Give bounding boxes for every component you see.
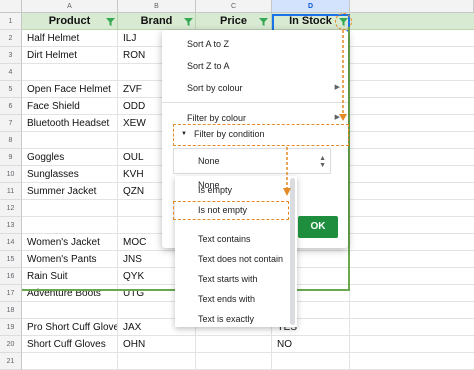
row-number[interactable]: 21 bbox=[0, 353, 22, 370]
cell-product[interactable]: Women's Pants bbox=[22, 251, 118, 268]
condition-select-value: None bbox=[198, 156, 220, 166]
menu-filter-by-colour-label: Filter by colour bbox=[187, 113, 247, 123]
table-border-right bbox=[348, 27, 350, 289]
menu-filter-by-condition[interactable]: ▼ Filter by condition bbox=[173, 124, 349, 146]
cell-product[interactable]: Adventure Boots bbox=[22, 285, 118, 302]
cell-product[interactable]: Face Shield bbox=[22, 98, 118, 115]
cell-product[interactable] bbox=[22, 64, 118, 81]
cell-brand[interactable] bbox=[118, 353, 196, 370]
cell-product[interactable]: Rain Suit bbox=[22, 268, 118, 285]
menu-sort-za[interactable]: Sort Z to A bbox=[162, 56, 348, 76]
table-row bbox=[22, 353, 474, 370]
list-scrollbar[interactable] bbox=[290, 178, 295, 325]
cell-product[interactable] bbox=[22, 217, 118, 234]
row-number[interactable]: 4 bbox=[0, 64, 22, 81]
expand-triangle-icon: ▼ bbox=[181, 131, 187, 137]
option-text-starts-with[interactable]: Text starts with bbox=[175, 269, 289, 289]
column-header-c[interactable]: C bbox=[196, 0, 272, 13]
condition-select[interactable]: None ▲ ▼ bbox=[173, 148, 331, 174]
row-number[interactable]: 2 bbox=[0, 30, 22, 47]
column-header-a[interactable]: A bbox=[22, 0, 118, 13]
row-number[interactable]: 14 bbox=[0, 234, 22, 251]
menu-divider bbox=[162, 102, 348, 103]
cell-product[interactable]: Women's Jacket bbox=[22, 234, 118, 251]
header-product[interactable]: Product bbox=[22, 13, 118, 30]
filter-icon-brand[interactable] bbox=[183, 16, 194, 27]
filter-icon-price[interactable] bbox=[258, 16, 269, 27]
row-number[interactable]: 15 bbox=[0, 251, 22, 268]
row-number[interactable]: 16 bbox=[0, 268, 22, 285]
row-number[interactable]: 8 bbox=[0, 132, 22, 149]
option-text-is-exactly[interactable]: Text is exactly bbox=[175, 309, 289, 327]
option-text-does-not-contain[interactable]: Text does not contain bbox=[175, 249, 289, 269]
row-number[interactable]: 5 bbox=[0, 81, 22, 98]
cell-brand[interactable]: OHN bbox=[118, 336, 196, 353]
cell-product[interactable]: Bluetooth Headset bbox=[22, 115, 118, 132]
menu-sort-az[interactable]: Sort A to Z bbox=[162, 34, 348, 54]
cell-product[interactable]: Goggles bbox=[22, 149, 118, 166]
condition-options-list: None Is empty Text contains Text does no… bbox=[175, 176, 297, 327]
select-all-corner[interactable] bbox=[0, 0, 22, 13]
filter-by-condition-label: Filter by condition bbox=[194, 129, 265, 139]
cell-product[interactable]: Half Helmet bbox=[22, 30, 118, 47]
filter-icon-product[interactable] bbox=[105, 16, 116, 27]
cell-instock[interactable] bbox=[272, 353, 350, 370]
cell-price[interactable] bbox=[196, 336, 272, 353]
option-is-not-empty[interactable]: Is not empty bbox=[173, 201, 289, 220]
table-row: Short Cuff Gloves OHN NO bbox=[22, 336, 474, 353]
ok-button[interactable]: OK bbox=[298, 216, 338, 238]
cell-product[interactable] bbox=[22, 353, 118, 370]
cell-price[interactable] bbox=[196, 353, 272, 370]
cell-product[interactable] bbox=[22, 302, 118, 319]
row-number[interactable]: 12 bbox=[0, 200, 22, 217]
row-number[interactable]: 11 bbox=[0, 183, 22, 200]
row-number[interactable]: 17 bbox=[0, 285, 22, 302]
cell-product[interactable]: Sunglasses bbox=[22, 166, 118, 183]
row-number[interactable]: 18 bbox=[0, 302, 22, 319]
header-row: Product Brand Price In Stock bbox=[22, 13, 474, 30]
column-header-b[interactable]: B bbox=[118, 0, 196, 13]
row-number[interactable]: 7 bbox=[0, 115, 22, 132]
menu-sort-by-colour[interactable]: Sort by colour ▶ bbox=[162, 78, 348, 98]
submenu-arrow-icon: ▶ bbox=[334, 84, 340, 91]
up-down-arrows-icon: ▲ ▼ bbox=[319, 155, 326, 169]
cell-product[interactable]: Summer Jacket bbox=[22, 183, 118, 200]
cell-product[interactable] bbox=[22, 132, 118, 149]
cell-product[interactable]: Pro Short Cuff Gloves bbox=[22, 319, 118, 336]
column-header-d[interactable]: D bbox=[272, 0, 350, 13]
row-number[interactable]: 10 bbox=[0, 166, 22, 183]
cell-product[interactable]: Short Cuff Gloves bbox=[22, 336, 118, 353]
row-number[interactable]: 13 bbox=[0, 217, 22, 234]
row-number[interactable]: 20 bbox=[0, 336, 22, 353]
column-header-e[interactable] bbox=[350, 0, 474, 13]
cell-product[interactable] bbox=[22, 200, 118, 217]
row-number[interactable]: 6 bbox=[0, 98, 22, 115]
option-text-contains[interactable]: Text contains bbox=[175, 229, 289, 249]
row-number[interactable]: 9 bbox=[0, 149, 22, 166]
cell-instock[interactable]: NO bbox=[272, 336, 350, 353]
option-text-ends-with[interactable]: Text ends with bbox=[175, 289, 289, 309]
row-number[interactable]: 3 bbox=[0, 47, 22, 64]
cell-product[interactable]: Dirt Helmet bbox=[22, 47, 118, 64]
cell-product[interactable]: Open Face Helmet bbox=[22, 81, 118, 98]
option-is-empty[interactable]: Is empty bbox=[175, 180, 289, 200]
row-number[interactable]: 19 bbox=[0, 319, 22, 336]
menu-sort-by-colour-label: Sort by colour bbox=[187, 83, 243, 93]
row-number[interactable]: 1 bbox=[0, 13, 22, 30]
